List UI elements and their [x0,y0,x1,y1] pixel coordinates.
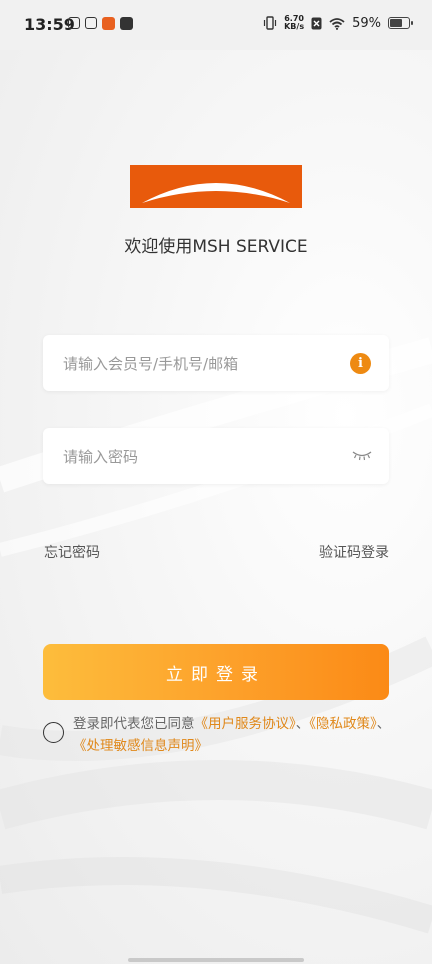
account-field[interactable]: i [43,335,389,393]
agreement-separator: 、 [376,716,391,732]
password-input[interactable] [61,428,345,486]
calendar-notification-icon [68,17,80,29]
home-indicator[interactable] [128,958,304,962]
info-icon[interactable]: i [350,353,371,374]
network-speed-unit: KB/s [284,22,305,31]
user-agreement-link[interactable]: 《用户服务协议》 [195,716,296,732]
login-button[interactable]: 立即登录 [43,644,389,700]
logo-arc-icon [142,183,290,203]
vibrate-icon [264,16,277,30]
wifi-icon [329,17,345,30]
agreement-checkbox[interactable] [43,722,64,743]
brand-logo [130,165,302,208]
app-notification-icon [102,17,115,30]
password-field[interactable] [43,428,389,486]
sensitive-info-link[interactable]: 《处理敏感信息声明》 [73,738,208,754]
no-sim-icon [311,17,322,29]
link-notification-icon [85,17,97,29]
agreement-text: 登录即代表您已同意《用户服务协议》、《隐私政策》、《处理敏感信息声明》 [73,713,393,757]
agreement-separator: 、 [295,716,310,732]
privacy-policy-link[interactable]: 《隐私政策》 [309,716,377,732]
agreement-prefix: 登录即代表您已同意 [73,716,195,732]
status-bar: 13:59 6.70 KB/s 59% [0,0,432,50]
notification-icons [68,17,133,30]
battery-percent: 59% [352,15,381,31]
forgot-password-link[interactable]: 忘记密码 [44,542,100,562]
network-speed: 6.70 KB/s [284,15,304,31]
status-right: 6.70 KB/s 59% [263,15,413,31]
eye-closed-icon[interactable] [352,449,372,461]
battery-icon [388,17,413,29]
account-input[interactable] [61,335,345,393]
welcome-title: 欢迎使用MSH SERVICE [124,237,308,257]
tiktok-notification-icon [120,17,133,30]
sms-login-link[interactable]: 验证码登录 [319,542,389,562]
